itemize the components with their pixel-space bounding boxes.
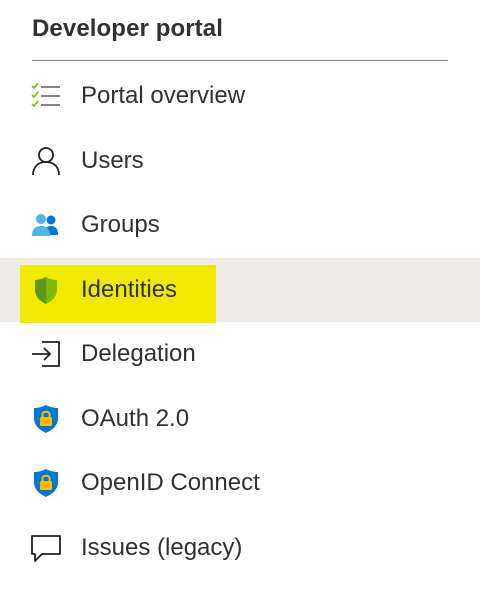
nav-item-label: Issues (legacy) [81, 533, 243, 561]
user-icon [30, 145, 62, 177]
lock-shield-icon [30, 467, 62, 499]
shield-icon [30, 274, 62, 306]
nav-item-label: Users [81, 146, 144, 174]
groups-icon [30, 209, 62, 241]
lock-shield-icon [30, 403, 62, 435]
developer-portal-nav-panel: Developer portal Portal overview Users G… [0, 0, 480, 590]
nav-item-label: OpenID Connect [81, 469, 260, 497]
nav-item-users[interactable]: Users [0, 129, 480, 194]
nav-item-openid-connect[interactable]: OpenID Connect [0, 451, 480, 516]
nav-list: Portal overview Users Groups Identities … [0, 64, 480, 580]
section-title: Developer portal [32, 15, 223, 42]
nav-item-portal-overview[interactable]: Portal overview [0, 64, 480, 129]
nav-item-delegation[interactable]: Delegation [0, 322, 480, 387]
checklist-icon [30, 80, 62, 112]
nav-item-label: Identities [81, 275, 178, 303]
nav-item-identities[interactable]: Identities [0, 257, 480, 323]
nav-item-issues-legacy[interactable]: Issues (legacy) [0, 516, 480, 581]
nav-item-label: Delegation [81, 340, 196, 368]
sign-in-icon [30, 338, 62, 370]
section-divider [32, 60, 448, 61]
nav-item-oauth[interactable]: OAuth 2.0 [0, 387, 480, 452]
nav-item-label: Groups [81, 211, 160, 239]
nav-item-label: Portal overview [81, 82, 246, 110]
speech-bubble-icon [30, 532, 62, 564]
nav-item-label: OAuth 2.0 [81, 404, 190, 432]
nav-item-groups[interactable]: Groups [0, 193, 480, 258]
